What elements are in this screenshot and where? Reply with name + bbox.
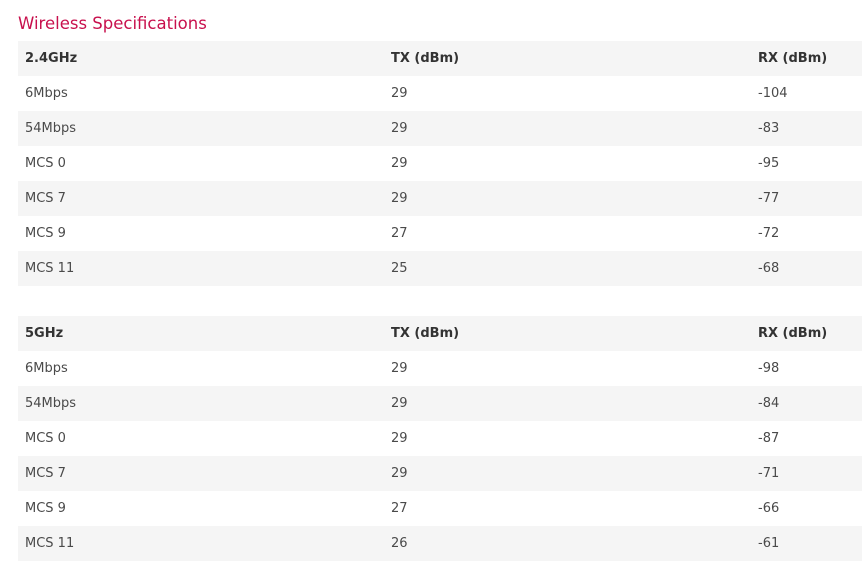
cell-rx: -84	[758, 396, 780, 411]
table-row: MCS 7 29 -77	[18, 181, 862, 216]
cell-rate: MCS 7	[25, 191, 66, 206]
cell-tx: 27	[391, 501, 408, 516]
table-row: 54Mbps 29 -84	[18, 386, 862, 421]
cell-rate: MCS 0	[25, 431, 66, 446]
cell-rx: -77	[758, 191, 780, 206]
section-title: Wireless Specifications	[18, 14, 207, 33]
table-row: 54Mbps 29 -83	[18, 111, 862, 146]
table-header-row: 5GHz TX (dBm) RX (dBm)	[18, 316, 862, 351]
cell-rate: MCS 11	[25, 261, 75, 276]
header-tx: TX (dBm)	[391, 326, 460, 341]
cell-rate: 6Mbps	[25, 86, 68, 101]
cell-tx: 29	[391, 361, 408, 376]
cell-tx: 29	[391, 396, 408, 411]
table-row: MCS 9 27 -72	[18, 216, 862, 251]
spec-table-2-4ghz: 2.4GHz TX (dBm) RX (dBm) 6Mbps 29 -104 5…	[18, 41, 862, 286]
cell-tx: 29	[391, 121, 408, 136]
cell-rx: -66	[758, 501, 780, 516]
cell-rx: -104	[758, 86, 788, 101]
table-row: MCS 0 29 -95	[18, 146, 862, 181]
cell-rx: -98	[758, 361, 780, 376]
table-header-row: 2.4GHz TX (dBm) RX (dBm)	[18, 41, 862, 76]
cell-tx: 26	[391, 536, 408, 551]
table-row: 6Mbps 29 -98	[18, 351, 862, 386]
header-band: 2.4GHz	[25, 51, 78, 66]
header-band: 5GHz	[25, 326, 64, 341]
spec-table-5ghz: 5GHz TX (dBm) RX (dBm) 6Mbps 29 -98 54Mb…	[18, 316, 862, 561]
cell-rx: -95	[758, 156, 780, 171]
cell-tx: 29	[391, 86, 408, 101]
cell-rx: -83	[758, 121, 780, 136]
cell-rate: MCS 7	[25, 466, 66, 481]
cell-rx: -61	[758, 536, 780, 551]
cell-rate: MCS 0	[25, 156, 66, 171]
cell-rate: 6Mbps	[25, 361, 68, 376]
table-row: MCS 11 26 -61	[18, 526, 862, 561]
cell-tx: 27	[391, 226, 408, 241]
cell-rate: MCS 9	[25, 501, 66, 516]
cell-tx: 29	[391, 156, 408, 171]
cell-rx: -71	[758, 466, 780, 481]
table-row: MCS 11 25 -68	[18, 251, 862, 286]
table-row: 6Mbps 29 -104	[18, 76, 862, 111]
header-rx: RX (dBm)	[758, 51, 828, 66]
header-tx: TX (dBm)	[391, 51, 460, 66]
cell-rate: MCS 9	[25, 226, 66, 241]
table-row: MCS 9 27 -66	[18, 491, 862, 526]
cell-rx: -68	[758, 261, 780, 276]
cell-tx: 25	[391, 261, 408, 276]
cell-rate: 54Mbps	[25, 121, 77, 136]
cell-rx: -72	[758, 226, 780, 241]
table-row: MCS 7 29 -71	[18, 456, 862, 491]
cell-rx: -87	[758, 431, 780, 446]
cell-rate: 54Mbps	[25, 396, 77, 411]
table-row: MCS 0 29 -87	[18, 421, 862, 456]
header-rx: RX (dBm)	[758, 326, 828, 341]
cell-tx: 29	[391, 431, 408, 446]
cell-tx: 29	[391, 466, 408, 481]
cell-tx: 29	[391, 191, 408, 206]
cell-rate: MCS 11	[25, 536, 75, 551]
